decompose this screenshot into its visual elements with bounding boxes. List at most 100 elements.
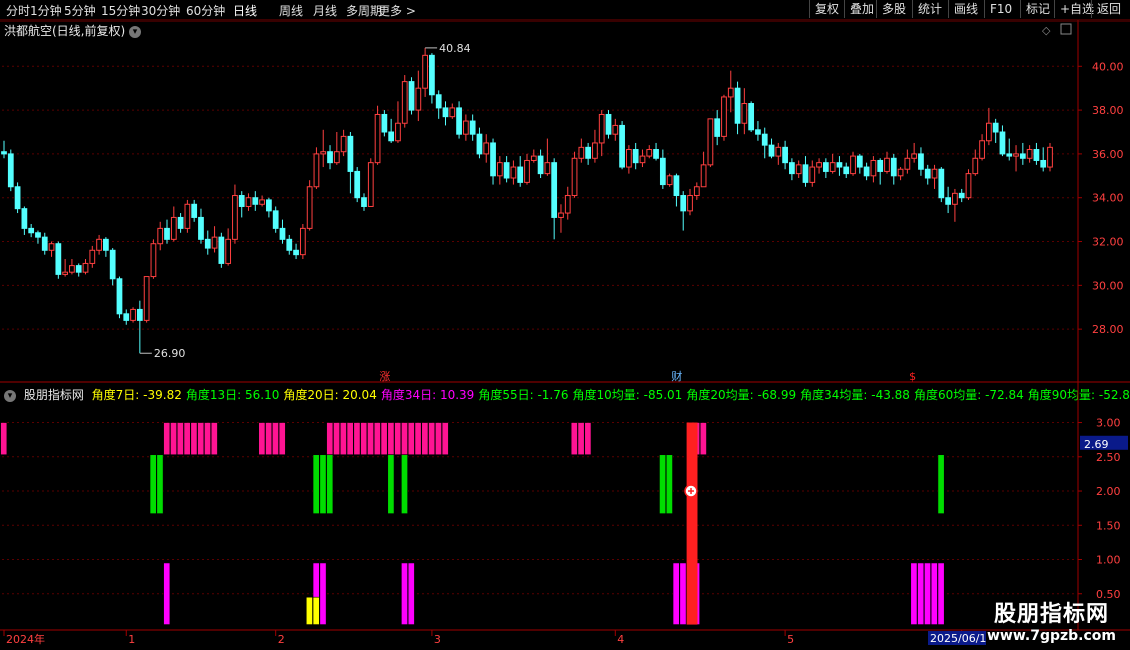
candle-body: [429, 54, 435, 96]
candle-body: [680, 195, 687, 212]
candle-body: [96, 238, 102, 251]
candle-body: [211, 236, 218, 249]
indicator-bar-green: [387, 454, 395, 514]
price-label: 36.00: [1092, 148, 1124, 161]
indicator-axis-label: 2.50: [1096, 451, 1121, 464]
indicator-bar-pink: [339, 422, 347, 456]
indicator-bar-pink: [407, 422, 415, 456]
candle-body: [109, 249, 116, 280]
candle-body: [877, 159, 884, 172]
candle-body: [395, 122, 401, 142]
candle-body: [1006, 153, 1013, 157]
indicator-bar-pink: [190, 422, 198, 456]
candle-body: [14, 186, 21, 210]
candle-body: [75, 265, 82, 273]
candle-body: [225, 238, 232, 264]
candle-body: [741, 103, 748, 124]
indicator-bar-magenta: [937, 562, 945, 625]
indicator-bar-pink: [163, 422, 171, 456]
candle-body: [55, 243, 62, 275]
candle-body: [245, 197, 252, 207]
candle-body: [952, 192, 958, 205]
time-label: 3: [434, 633, 441, 646]
low-label: 26.90: [154, 347, 186, 360]
candle-body: [449, 107, 456, 118]
time-label: 5: [787, 633, 794, 646]
candle-body: [177, 216, 184, 229]
candle-body: [1, 151, 7, 155]
candle-body: [361, 197, 367, 207]
candle-body: [476, 133, 483, 155]
candle-body: [605, 113, 612, 135]
candle-body: [734, 87, 741, 124]
candle-body: [510, 166, 517, 179]
candle-body: [198, 216, 204, 240]
candle-body: [619, 124, 625, 168]
candle-body: [320, 151, 327, 155]
candle-body: [985, 122, 992, 142]
candle-body: [700, 164, 707, 188]
candle-body: [843, 166, 850, 175]
candle-body: [897, 168, 904, 177]
price-label: 32.00: [1092, 236, 1124, 249]
candle-body: [755, 129, 761, 135]
indicator-bar-yellow: [312, 596, 320, 625]
candle-body: [157, 227, 164, 245]
candle-body: [802, 164, 809, 183]
candle-body: [687, 195, 693, 212]
candle-body: [890, 157, 897, 177]
price-label: 30.00: [1092, 279, 1124, 292]
candle-body: [218, 236, 225, 264]
candle-body: [490, 142, 496, 177]
candle-body: [204, 238, 211, 249]
indicator-bar-magenta: [319, 562, 327, 625]
event-marker-1: 财: [671, 369, 682, 383]
candle-body: [28, 227, 35, 234]
candle-body: [979, 140, 985, 159]
diamond-icon: ◇: [1042, 24, 1051, 37]
candle-body: [130, 308, 136, 321]
indicator-bar-green: [665, 454, 673, 514]
time-label: 2024年: [6, 632, 45, 646]
candle-body: [259, 199, 265, 205]
candle-body: [931, 168, 938, 179]
candle-body: [21, 208, 28, 229]
indicator-bar-pink: [346, 422, 354, 456]
candle-body: [1033, 149, 1040, 161]
candle-body: [612, 124, 619, 135]
candle-body: [170, 216, 177, 240]
candle-body: [775, 146, 782, 157]
candle-body: [727, 87, 734, 98]
indicator-bar-green: [659, 454, 667, 514]
candle-body: [564, 195, 571, 214]
candle-body: [592, 142, 598, 159]
candle-body: [626, 149, 632, 168]
chart-canvas[interactable]: 40.0038.0036.0034.0032.0030.0028.0040.84…: [0, 0, 1130, 650]
indicator-bar-pink: [441, 422, 449, 456]
indicator-bar-pink: [367, 422, 374, 456]
candle-body: [150, 243, 157, 278]
candle-body: [782, 146, 788, 164]
indicator-bar-magenta: [917, 562, 925, 625]
candle-body: [1047, 146, 1053, 168]
candle-body: [415, 87, 422, 111]
red-signal-column: [686, 422, 698, 625]
watermark-title: 股朋指标网: [993, 602, 1109, 627]
indicator-bar-pink: [421, 422, 429, 456]
indicator-bar-pink: [577, 422, 585, 456]
indicator-bar-pink: [326, 422, 334, 456]
candle-body: [789, 162, 795, 175]
candle-body: [279, 227, 286, 240]
indicator-bar-pink: [353, 422, 361, 456]
candle-body: [123, 313, 130, 321]
indicator-bar-pink: [570, 422, 578, 456]
candle-body: [293, 249, 299, 256]
indicator-bar-pink: [373, 422, 381, 456]
indicator-bar-pink: [435, 422, 442, 456]
indicator-bar-pink: [204, 422, 211, 456]
price-label: 34.00: [1092, 192, 1124, 205]
indicator-bar-pink: [170, 422, 178, 456]
candle-body: [537, 155, 544, 175]
indicator-bar-pink: [176, 422, 184, 456]
candle-body: [48, 243, 55, 251]
